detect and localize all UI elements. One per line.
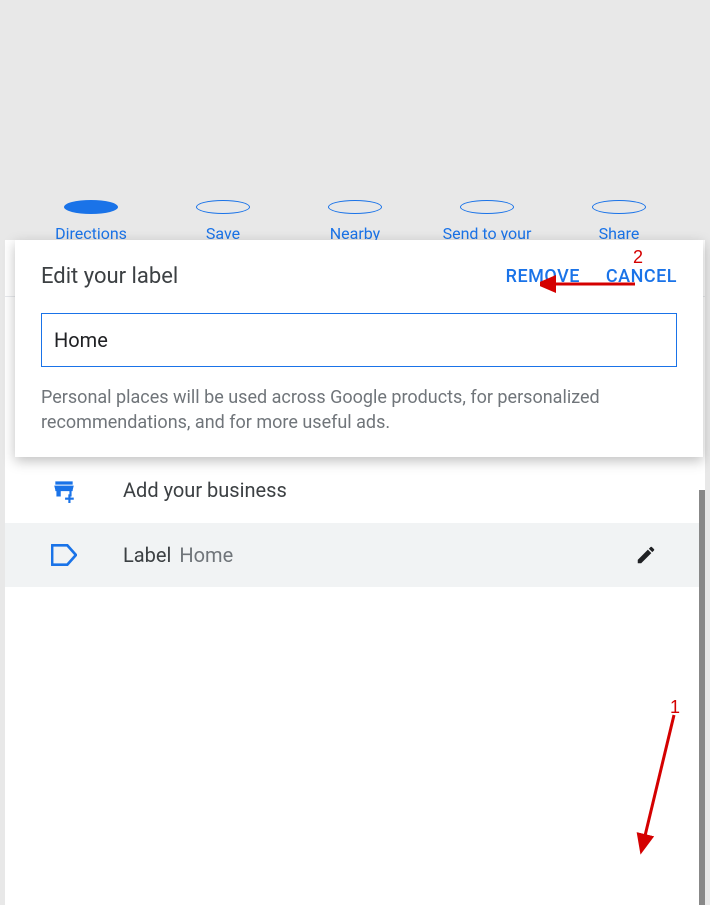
add-business-label: Add your business	[123, 478, 287, 502]
add-business-item[interactable]: Add your business	[5, 457, 705, 523]
nearby-icon	[328, 200, 382, 214]
scrollbar[interactable]	[699, 490, 705, 905]
annotation-arrow-2	[540, 272, 640, 302]
annotation-arrow-1	[632, 710, 692, 860]
annotation-1: 1	[670, 697, 680, 718]
directions-icon	[64, 200, 118, 214]
send-icon	[460, 200, 514, 214]
modal-hint: Personal places will be used across Goog…	[41, 385, 677, 435]
share-icon	[592, 200, 646, 214]
edit-label-button[interactable]	[635, 544, 657, 566]
label-input[interactable]	[41, 313, 677, 367]
label-text: Label	[123, 543, 171, 567]
label-value: Home	[179, 543, 233, 567]
annotation-2: 2	[633, 247, 643, 268]
label-icon	[49, 544, 79, 566]
store-plus-icon	[49, 477, 79, 503]
modal-title: Edit your label	[41, 264, 178, 289]
save-icon	[196, 200, 250, 214]
label-item[interactable]: Label Home	[5, 523, 705, 587]
